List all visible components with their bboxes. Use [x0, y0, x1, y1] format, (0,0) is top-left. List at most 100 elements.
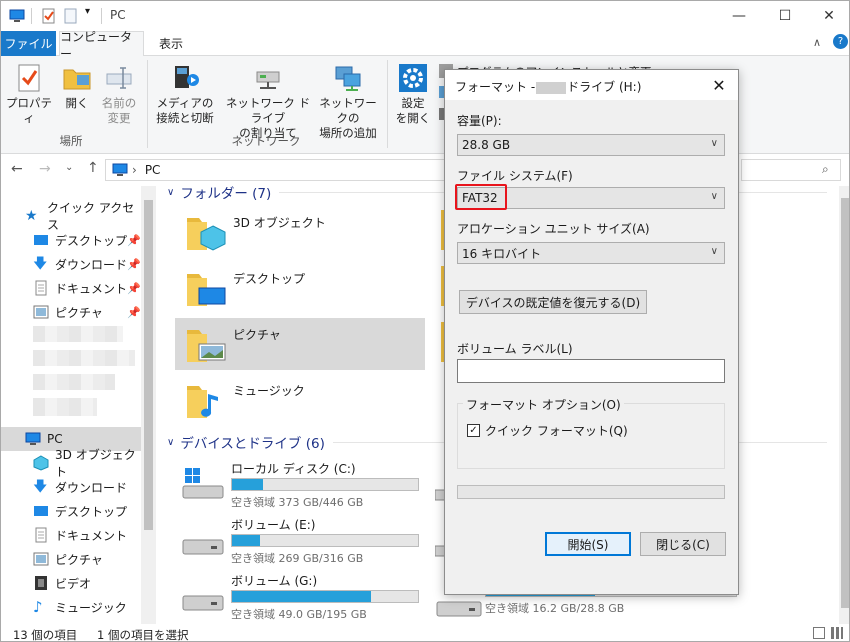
content-scrollbar[interactable] — [839, 186, 849, 624]
drive-space: 空き領域 49.0 GB/195 GB — [231, 608, 367, 621]
details-view-icon[interactable] — [813, 627, 825, 639]
new-folder-icon[interactable] — [63, 8, 79, 24]
dialog-close-icon[interactable]: ✕ — [707, 74, 731, 96]
network-drive-icon — [256, 71, 280, 89]
capacity-label: 容量(P): — [457, 114, 502, 128]
folders-header-label: フォルダー (7) — [180, 186, 272, 202]
tab-computer[interactable]: コンピューター — [59, 30, 144, 61]
map-drive-label-1: ネットワーク ドライブ — [225, 96, 311, 125]
sidebar-item-music[interactable]: ♪ ミュージック — [33, 595, 141, 619]
up-arrow-icon[interactable]: ↑ — [87, 160, 99, 176]
search-input[interactable]: ⌕ — [741, 159, 841, 181]
capacity-value: 28.8 GB — [462, 138, 511, 152]
drive-usage-bar — [231, 534, 419, 547]
tab-view[interactable]: 表示 — [149, 31, 193, 56]
document-icon — [35, 527, 47, 543]
devices-header-label: デバイスとドライブ (6) — [180, 436, 325, 452]
gear-icon — [399, 64, 427, 92]
sidebar-item-desktop[interactable]: デスクトップ — [33, 228, 141, 252]
folder-music[interactable]: ミュージック — [175, 374, 425, 426]
properties-icon[interactable] — [41, 8, 57, 24]
document-icon — [35, 280, 47, 296]
format-progress-bar — [457, 485, 725, 499]
customize-chevron-icon[interactable]: ▾ — [85, 6, 101, 22]
drive-usage-bar — [231, 478, 419, 491]
drive-usage-fill — [232, 591, 372, 602]
sidebar-item-label: PC — [47, 432, 63, 446]
back-arrow-icon[interactable]: ← — [11, 161, 23, 177]
open-button[interactable]: 開く — [57, 62, 97, 111]
drive-space: 空き領域 16.2 GB/28.8 GB — [485, 602, 625, 615]
chevron-down-icon: ∨ — [167, 436, 175, 448]
drive-space: 空き領域 373 GB/446 GB — [231, 496, 364, 509]
sidebar-item-documents-pc[interactable]: ドキュメント — [33, 523, 141, 547]
folder-3d-icon — [187, 218, 226, 251]
folder-3d-objects[interactable]: 3D オブジェクト — [175, 206, 425, 258]
scrollbar-thumb[interactable] — [841, 198, 849, 608]
sidebar-item-label: デスクトップ — [55, 233, 128, 248]
sidebar-item-quick-access[interactable]: ★ クイック アクセス — [25, 201, 141, 232]
rename-label-1: 名前の — [101, 96, 137, 110]
allocation-size-select[interactable]: 16 キロバイト ∨ — [457, 242, 725, 264]
tab-file[interactable]: ファイル — [1, 31, 56, 56]
close-dialog-button[interactable]: 閉じる(C) — [640, 532, 726, 556]
quick-format-label: クイック フォーマット(Q) — [485, 424, 628, 438]
close-button[interactable]: ✕ — [806, 1, 849, 31]
format-options-legend: フォーマット オプション(O) — [463, 396, 624, 413]
sidebar-item-downloads[interactable]: 🡇 ダウンロード — [33, 252, 141, 276]
sidebar-item-pictures[interactable]: ピクチャ — [33, 300, 141, 324]
properties-label: プロパティ — [6, 96, 52, 125]
start-button[interactable]: 開始(S) — [545, 532, 631, 556]
chevron-down-icon: ∨ — [710, 246, 718, 257]
sidebar-item-downloads-pc[interactable]: 🡇 ダウンロード — [33, 475, 141, 499]
media-connect-button[interactable]: メディアの 接続と切断 — [151, 62, 219, 126]
drive-icon — [182, 539, 224, 555]
folder-desktop[interactable]: デスクトップ — [175, 262, 425, 314]
scrollbar-thumb[interactable] — [144, 200, 153, 530]
map-network-drive-button[interactable]: ネットワーク ドライブ の割り当て — [221, 62, 315, 141]
forward-arrow-icon[interactable]: → — [39, 161, 51, 177]
network-location-icon — [335, 66, 361, 91]
drive-label: ローカル ディスク (C:) — [231, 462, 356, 476]
cube-icon — [33, 455, 49, 471]
maximize-button[interactable]: ☐ — [762, 1, 808, 31]
drive-space: 空き領域 269 GB/316 GB — [231, 552, 364, 565]
title-separator — [101, 8, 102, 24]
pin-icon: 📌 — [127, 234, 141, 247]
rename-button[interactable]: 名前の 変更 — [99, 62, 139, 126]
open-folder-icon — [63, 69, 91, 90]
large-icons-view-icon[interactable] — [831, 627, 843, 639]
drive-label: ボリューム (E:) — [231, 518, 316, 532]
sidebar-item-videos[interactable]: ビデオ — [33, 571, 141, 595]
drive-g[interactable]: ボリューム (G:) 空き領域 49.0 GB/195 GB — [173, 570, 433, 624]
status-bar: 13 個の項目 1 個の項目を選択 — [1, 624, 849, 641]
sidebar-item-documents[interactable]: ドキュメント — [33, 276, 141, 300]
recent-chevron-icon[interactable]: ⌄ — [65, 162, 73, 173]
help-icon[interactable]: ? — [833, 34, 848, 49]
drive-usage-bar — [231, 590, 419, 603]
restore-defaults-button[interactable]: デバイスの既定値を復元する(D) — [459, 290, 647, 314]
media-server-icon — [175, 66, 199, 88]
drive-icon — [182, 595, 224, 611]
ribbon-collapse-icon[interactable]: ∧ — [813, 36, 821, 49]
sidebar-item-label: ドキュメント — [55, 528, 128, 543]
properties-icon — [18, 64, 40, 92]
capacity-select[interactable]: 28.8 GB ∨ — [457, 134, 725, 156]
sidebar-scrollbar[interactable] — [141, 186, 156, 624]
open-settings-button[interactable]: 設定 を開く — [393, 62, 433, 126]
sidebar-item-desktop-pc[interactable]: デスクトップ — [33, 499, 141, 523]
folder-pictures-icon — [187, 330, 226, 362]
properties-button[interactable]: プロパティ — [5, 62, 53, 126]
sidebar-item-3d-objects[interactable]: 3D オブジェクト — [33, 448, 141, 479]
sidebar-item-pictures-pc[interactable]: ピクチャ — [33, 547, 141, 571]
volume-label-input[interactable] — [457, 359, 725, 383]
sidebar-item-label: ダウンロード — [55, 257, 128, 272]
quick-format-checkbox[interactable]: ✓ クイック フォーマット(Q) — [467, 422, 628, 439]
add-network-location-button[interactable]: ネットワークの 場所の追加 — [316, 62, 380, 141]
drive-c[interactable]: ローカル ディスク (C:) 空き領域 373 GB/446 GB — [173, 458, 433, 512]
drive-e[interactable]: ボリューム (E:) 空き領域 269 GB/316 GB — [173, 514, 433, 568]
minimize-button[interactable]: — — [716, 1, 762, 31]
title-separator — [31, 8, 32, 24]
folder-pictures[interactable]: ピクチャ — [175, 318, 425, 370]
sidebar-item-label: ダウンロード — [55, 480, 128, 495]
